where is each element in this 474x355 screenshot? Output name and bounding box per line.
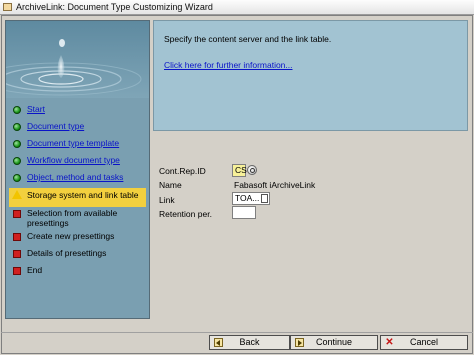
retention-label: Retention per. bbox=[159, 209, 212, 219]
wizard-step: Storage system and link table bbox=[9, 188, 146, 207]
wizard-step[interactable]: Object, method and tasks bbox=[9, 171, 146, 188]
back-icon bbox=[214, 338, 223, 347]
button-bar-divider bbox=[1, 332, 473, 333]
wizard-step-label[interactable]: Document type template bbox=[27, 138, 119, 148]
wizard-step[interactable]: Start bbox=[9, 103, 146, 120]
wizard-step-label[interactable]: Workflow document type bbox=[27, 155, 120, 165]
wizard-step-label: Details of presettings bbox=[27, 248, 107, 258]
completed-step-icon bbox=[13, 140, 21, 148]
pending-step-icon bbox=[13, 210, 21, 218]
retention-field[interactable] bbox=[232, 206, 256, 219]
completed-step-icon bbox=[13, 123, 21, 131]
name-value: Fabasoft iArchiveLink bbox=[234, 180, 316, 190]
wizard-step[interactable]: Document type bbox=[9, 120, 146, 137]
app-icon bbox=[3, 3, 12, 11]
pending-step-icon bbox=[13, 250, 21, 258]
pending-step-icon bbox=[13, 267, 21, 275]
warning-triangle-icon bbox=[12, 190, 22, 199]
wizard-step-label: End bbox=[27, 265, 43, 275]
wizard-step[interactable]: Workflow document type bbox=[9, 154, 146, 171]
back-button-label: Back bbox=[239, 337, 260, 347]
wizard-step-label: Create new presettings bbox=[27, 231, 115, 241]
water-drop-image bbox=[6, 21, 149, 98]
cont-rep-id-field[interactable]: CS bbox=[232, 164, 247, 177]
wizard-step-label[interactable]: Document type bbox=[27, 121, 84, 131]
link-label: Link bbox=[159, 195, 175, 205]
steps-list: Start Document type Document type template… bbox=[9, 103, 146, 281]
title-bar: ArchiveLink: Document Type Customizing W… bbox=[0, 0, 474, 15]
back-button[interactable]: Back bbox=[209, 335, 290, 350]
completed-step-icon bbox=[13, 174, 21, 182]
continue-button-label: Continue bbox=[315, 337, 353, 347]
continue-button[interactable]: Continue bbox=[290, 335, 378, 350]
wizard-step-label[interactable]: Start bbox=[27, 104, 45, 114]
info-panel: Specify the content server and the link … bbox=[153, 20, 468, 131]
window-title: ArchiveLink: Document Type Customizing W… bbox=[16, 2, 213, 12]
wizard-step-label: Storage system and link table bbox=[27, 190, 139, 200]
wizard-step: Details of presettings bbox=[9, 247, 146, 264]
name-label: Name bbox=[159, 180, 182, 190]
cancel-button-label: Cancel bbox=[409, 337, 438, 347]
further-info-link[interactable]: Click here for further information... bbox=[164, 60, 293, 70]
link-table-icon[interactable] bbox=[261, 194, 268, 203]
wizard-step[interactable]: Document type template bbox=[9, 137, 146, 154]
wizard-step-label[interactable]: Object, method and tasks bbox=[27, 172, 123, 182]
completed-step-icon bbox=[13, 106, 21, 114]
completed-step-icon bbox=[13, 157, 21, 165]
wizard-step: Selection from available presettings bbox=[9, 207, 146, 230]
search-help-icon[interactable] bbox=[247, 165, 257, 175]
wizard-steps-panel: Start Document type Document type template… bbox=[5, 20, 150, 319]
wizard-step: Create new presettings bbox=[9, 230, 146, 247]
pending-step-icon bbox=[13, 233, 21, 241]
cont-rep-id-label: Cont.Rep.ID bbox=[159, 166, 206, 176]
cancel-button[interactable]: ✕ Cancel bbox=[380, 335, 468, 350]
continue-icon bbox=[295, 338, 304, 347]
instruction-text: Specify the content server and the link … bbox=[164, 34, 332, 44]
wizard-step: End bbox=[9, 264, 146, 281]
cancel-icon: ✕ bbox=[385, 337, 394, 348]
wizard-step-label: Selection from available presettings bbox=[27, 208, 118, 228]
